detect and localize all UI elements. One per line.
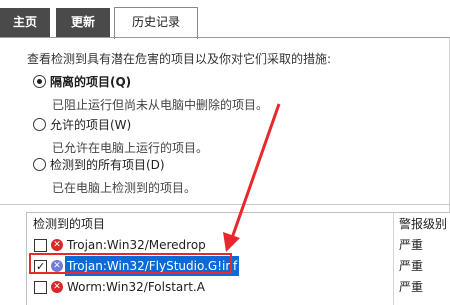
tab-divider bbox=[0, 37, 450, 38]
column-header-level[interactable]: 警报级别 bbox=[399, 213, 447, 235]
row-checkbox[interactable] bbox=[34, 281, 47, 294]
panel-divider bbox=[0, 204, 450, 205]
radio-all[interactable] bbox=[33, 158, 46, 171]
radio-quarantined[interactable] bbox=[33, 75, 46, 88]
alert-level: 严重 bbox=[399, 280, 424, 294]
threat-x-icon: ✕ bbox=[51, 260, 63, 272]
table-row[interactable]: ✕ Trojan:Win32/FlyStudio.G!inf 严重 bbox=[27, 256, 450, 277]
filter-label-allowed: 允许的项目(W) bbox=[50, 118, 132, 132]
filter-allowed[interactable]: 允许的项目(W) bbox=[33, 116, 131, 134]
tab-home[interactable]: 主页 bbox=[0, 8, 50, 37]
alert-level: 严重 bbox=[399, 238, 424, 252]
threat-name: Trojan:Win32/FlyStudio.G!inf bbox=[65, 256, 240, 276]
table-header: 检测到的项目 警报级别 bbox=[27, 213, 450, 235]
filter-all[interactable]: 检测到的所有项目(D) bbox=[33, 156, 165, 174]
filter-sub-all: 已在电脑上检测到的项目。 bbox=[52, 181, 197, 195]
threat-name: Trojan:Win32/Meredrop bbox=[67, 238, 206, 252]
filter-sub-allowed: 已允许在电脑上运行的项目。 bbox=[52, 141, 209, 155]
column-header-item[interactable]: 检测到的项目 bbox=[33, 213, 105, 235]
filter-sub-quarantined: 已阻止运行但尚未从电脑中删除的项目。 bbox=[52, 98, 269, 112]
threat-name: Worm:Win32/Folstart.A bbox=[67, 280, 205, 294]
alert-level: 严重 bbox=[399, 259, 424, 273]
tab-bar: 主页 更新 历史记录 bbox=[0, 0, 450, 39]
tab-history[interactable]: 历史记录 bbox=[114, 7, 198, 39]
tab-update[interactable]: 更新 bbox=[56, 8, 110, 37]
radio-allowed[interactable] bbox=[33, 118, 46, 131]
row-checkbox[interactable] bbox=[34, 257, 47, 277]
table-row[interactable]: ✕ Worm:Win32/Folstart.A 严重 bbox=[27, 277, 450, 297]
filter-label-all: 检测到的所有项目(D) bbox=[50, 158, 165, 172]
history-description: 查看检测到具有潜在危害的项目以及你对它们采取的措施: bbox=[27, 52, 332, 66]
row-checkbox[interactable] bbox=[34, 239, 47, 252]
threat-x-icon: ✕ bbox=[51, 281, 63, 293]
threat-x-icon: ✕ bbox=[51, 239, 63, 251]
table-row[interactable]: ✕ Trojan:Win32/Meredrop 严重 bbox=[27, 235, 450, 255]
detected-items-table: 检测到的项目 警报级别 ✕ Trojan:Win32/Meredrop 严重 ✕… bbox=[26, 212, 450, 305]
filter-label-quarantined: 隔离的项目(Q) bbox=[50, 75, 132, 89]
filter-quarantined[interactable]: 隔离的项目(Q) bbox=[33, 73, 131, 91]
